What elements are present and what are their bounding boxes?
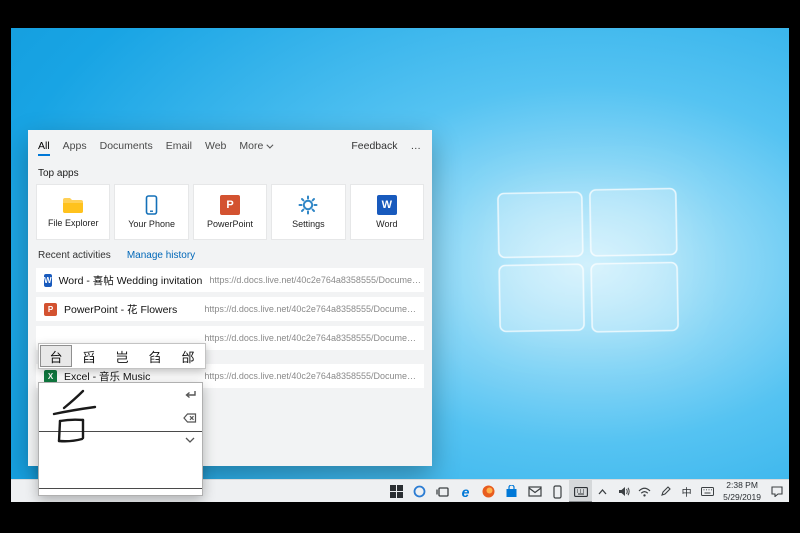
task-view-icon	[435, 486, 449, 497]
handwriting-canvas[interactable]	[38, 382, 203, 496]
tab-apps[interactable]: Apps	[63, 140, 87, 156]
store-button[interactable]	[500, 480, 523, 502]
taskbar-icons: e	[385, 480, 592, 502]
ime-candidate-1[interactable]: 台	[40, 345, 72, 367]
feedback-link[interactable]: Feedback	[351, 140, 397, 156]
recent-item-url: https://d.docs.live.net/40c2e764a8358555…	[204, 304, 416, 314]
tile-word[interactable]: W Word	[349, 184, 425, 240]
task-view-button[interactable]	[431, 480, 454, 502]
speaker-button[interactable]	[614, 480, 633, 502]
taskbar-clock[interactable]: 2:38 PM 5/29/2019	[719, 480, 765, 502]
ime-language-button[interactable]: 中	[677, 480, 696, 502]
tab-documents[interactable]: Documents	[100, 140, 153, 156]
recent-item-title: PowerPoint - 花 Flowers	[64, 303, 178, 316]
tab-all[interactable]: All	[38, 140, 50, 156]
ime-candidate-bar: 台 舀 岂 臽 邰	[38, 343, 206, 369]
overflow-menu-button[interactable]: …	[411, 140, 423, 156]
manage-history-link[interactable]: Manage history	[127, 250, 195, 261]
mail-icon	[527, 486, 542, 497]
tray-overflow-button[interactable]	[593, 480, 612, 502]
top-apps-grid: File Explorer Your Phone P PowerPoint Se…	[36, 184, 425, 240]
collapse-button[interactable]	[182, 432, 198, 447]
chevron-down-icon	[185, 437, 195, 443]
chevron-up-icon	[598, 488, 607, 494]
tile-powerpoint[interactable]: P PowerPoint	[192, 184, 268, 240]
file-explorer-icon	[63, 197, 84, 213]
powerpoint-icon: P	[44, 302, 57, 316]
desktop[interactable]: All Apps Documents Email Web More Feedba…	[11, 28, 789, 502]
backspace-icon	[183, 412, 197, 423]
clock-date: 5/29/2019	[723, 491, 761, 502]
phone-icon	[553, 484, 562, 499]
network-icon	[638, 487, 651, 497]
recent-item-word[interactable]: W Word - 喜帖 Wedding invitation https://d…	[36, 268, 424, 292]
firefox-icon	[482, 485, 495, 498]
search-tabs: All Apps Documents Email Web More Feedba…	[28, 130, 432, 156]
firefox-button[interactable]	[477, 480, 500, 502]
ime-candidate-5[interactable]: 邰	[172, 345, 204, 367]
search-icon	[413, 485, 426, 498]
handwriting-buttons	[182, 388, 198, 447]
enter-button[interactable]	[182, 388, 198, 403]
tile-label: File Explorer	[47, 217, 99, 228]
start-button[interactable]	[385, 480, 408, 502]
recent-item-title: Word - 喜帖 Wedding invitation	[58, 274, 203, 287]
tray-keyboard-button[interactable]	[698, 480, 717, 502]
start-icon	[390, 485, 403, 498]
word-icon: W	[376, 195, 397, 215]
word-icon: W	[44, 273, 52, 287]
recent-item-url: https://d.docs.live.net/40c2e764a8358555…	[209, 275, 421, 285]
ime-language-indicator: 中	[681, 488, 692, 499]
backspace-button[interactable]	[182, 410, 198, 425]
ime-candidate-2[interactable]: 舀	[73, 345, 105, 367]
action-center-icon	[770, 486, 783, 497]
your-phone-icon	[145, 195, 158, 215]
pen-button[interactable]	[656, 480, 675, 502]
recent-activities-header: Recent activities Manage history	[38, 250, 422, 261]
touch-keyboard-icon	[573, 486, 588, 497]
edge-icon: e	[461, 483, 470, 500]
clock-time: 2:38 PM	[726, 480, 758, 491]
store-icon	[506, 485, 517, 497]
recent-item-url: https://d.docs.live.net/40c2e764a8358555…	[204, 371, 416, 381]
tile-file-explorer[interactable]: File Explorer	[36, 184, 111, 240]
windows-logo	[497, 187, 679, 333]
photo-frame: { "search_panel": { "tabs": { "all": "Al…	[0, 0, 800, 533]
tile-your-phone[interactable]: Your Phone	[114, 184, 189, 240]
recent-activities-heading: Recent activities	[38, 250, 111, 261]
tile-label: Your Phone	[128, 219, 175, 229]
tile-label: PowerPoint	[207, 219, 254, 229]
enter-icon	[184, 391, 196, 399]
excel-icon: X	[44, 369, 57, 383]
chevron-down-icon	[266, 141, 274, 149]
tab-more[interactable]: More	[239, 140, 274, 156]
mail-button[interactable]	[523, 480, 546, 502]
settings-icon	[298, 195, 318, 215]
handwritten-character-ink	[52, 389, 97, 443]
recent-item-powerpoint[interactable]: P PowerPoint - 花 Flowers https://d.docs.…	[36, 297, 424, 321]
ime-candidate-4[interactable]: 臽	[139, 345, 171, 367]
tile-label: Settings	[292, 219, 325, 229]
powerpoint-icon: P	[220, 195, 241, 215]
tile-label: Word	[376, 219, 398, 229]
edge-button[interactable]: e	[454, 480, 477, 502]
touch-keyboard-button[interactable]	[569, 480, 592, 502]
search-button[interactable]	[408, 480, 431, 502]
recent-item-url: https://d.docs.live.net/40c2e764a8358555…	[204, 333, 416, 343]
speaker-icon	[618, 487, 630, 496]
your-phone-button[interactable]	[546, 480, 569, 502]
ime-candidate-3[interactable]: 岂	[106, 345, 138, 367]
system-tray: 中 2:38 PM 5/29/2019	[593, 480, 786, 502]
tile-settings[interactable]: Settings	[271, 184, 346, 240]
tab-web[interactable]: Web	[205, 140, 226, 156]
network-button[interactable]	[635, 480, 654, 502]
writing-base-line	[39, 488, 202, 489]
touch-keyboard-icon	[701, 487, 715, 496]
action-center-button[interactable]	[767, 480, 786, 502]
top-apps-heading: Top apps	[38, 168, 79, 179]
pen-icon	[661, 486, 671, 496]
tab-email[interactable]: Email	[166, 140, 192, 156]
